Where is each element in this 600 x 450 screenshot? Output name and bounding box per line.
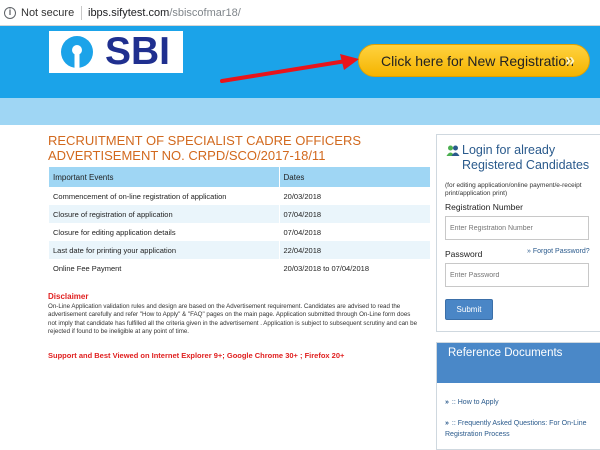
login-note: (for editing application/online payment/… [445, 182, 582, 197]
logo-text: SBI [105, 30, 171, 73]
disclaimer-text: On-Line Application validation rules and… [48, 303, 418, 336]
event-cell: Closure for editing application details [49, 223, 280, 241]
forgot-password-link[interactable]: » Forgot Password? [527, 248, 590, 255]
new-registration-label: Click here for New Registration [381, 53, 574, 69]
event-cell: Commencement of on-line registration of … [49, 187, 280, 205]
browser-support-note: Support and Best Viewed on Internet Expl… [48, 351, 345, 360]
header-band [0, 98, 600, 125]
table-row: Closure for editing application details … [49, 223, 431, 241]
url-text[interactable]: ibps.sifytest.com/sbiscofmar18/ [88, 7, 241, 19]
reference-link-label: :: Frequently Asked Questions: For On-Li… [445, 420, 587, 438]
url-host: ibps.sifytest.com [88, 7, 170, 19]
registration-number-label: Registration Number [445, 202, 523, 212]
date-cell: 20/03/2018 [279, 187, 431, 205]
forgot-password-label: Forgot Password? [532, 248, 590, 255]
reference-documents-panel: Reference Documents »:: How to Apply »::… [436, 342, 600, 450]
date-cell: 07/04/2018 [279, 223, 431, 241]
address-separator [81, 6, 82, 20]
registration-number-input[interactable] [445, 216, 589, 240]
password-input[interactable] [445, 263, 589, 287]
table-row: Last date for printing your application … [49, 241, 431, 259]
disclaimer-heading: Disclaimer [48, 292, 89, 301]
date-cell: 20/03/2018 to 07/04/2018 [279, 259, 431, 277]
submit-button[interactable]: Submit [445, 299, 493, 320]
double-chevron-icon: » [527, 248, 531, 255]
table-row: Online Fee Payment 20/03/2018 to 07/04/2… [49, 259, 431, 277]
browser-address-bar[interactable]: i Not secure ibps.sifytest.com/sbiscofma… [0, 0, 600, 26]
security-label: Not secure [21, 7, 75, 19]
users-icon [446, 145, 460, 156]
reference-title: Reference Documents [448, 347, 563, 359]
login-title-line2: Registered Candidates [462, 158, 590, 172]
double-chevron-icon: » [445, 420, 449, 427]
new-registration-button[interactable]: Click here for New Registration » [358, 44, 590, 77]
reference-link-label: :: How to Apply [451, 399, 499, 406]
sbi-logo-icon [61, 36, 93, 68]
reference-link-how-to-apply[interactable]: »:: How to Apply [445, 397, 595, 408]
table-row: Closure of registration of application 0… [49, 205, 431, 223]
url-path: /sbiscofmar18/ [169, 7, 241, 19]
reference-link-faq[interactable]: »:: Frequently Asked Questions: For On-L… [445, 418, 595, 440]
table-header-row: Important Events Dates [49, 167, 431, 187]
login-panel: Login for already Registered Candidates … [436, 134, 600, 332]
page-title: RECRUITMENT OF SPECIALIST CADRE OFFICERS… [48, 133, 362, 163]
double-chevron-icon: » [564, 50, 575, 70]
column-header-dates: Dates [279, 167, 431, 187]
red-arrow-icon [220, 54, 359, 83]
column-header-events: Important Events [49, 167, 280, 187]
date-cell: 22/04/2018 [279, 241, 431, 259]
event-cell: Last date for printing your application [49, 241, 280, 259]
password-label: Password [445, 249, 483, 259]
important-events-table: Important Events Dates Commencement of o… [49, 167, 431, 277]
login-title-line1: Login for already [462, 143, 556, 157]
table-row: Commencement of on-line registration of … [49, 187, 431, 205]
event-cell: Online Fee Payment [49, 259, 280, 277]
info-icon[interactable]: i [4, 7, 16, 19]
login-title: Login for already Registered Candidates [462, 143, 589, 173]
event-cell: Closure of registration of application [49, 205, 280, 223]
date-cell: 07/04/2018 [279, 205, 431, 223]
double-chevron-icon: » [445, 399, 449, 406]
reference-header: Reference Documents [437, 343, 600, 383]
sbi-logo: SBI [49, 31, 183, 73]
